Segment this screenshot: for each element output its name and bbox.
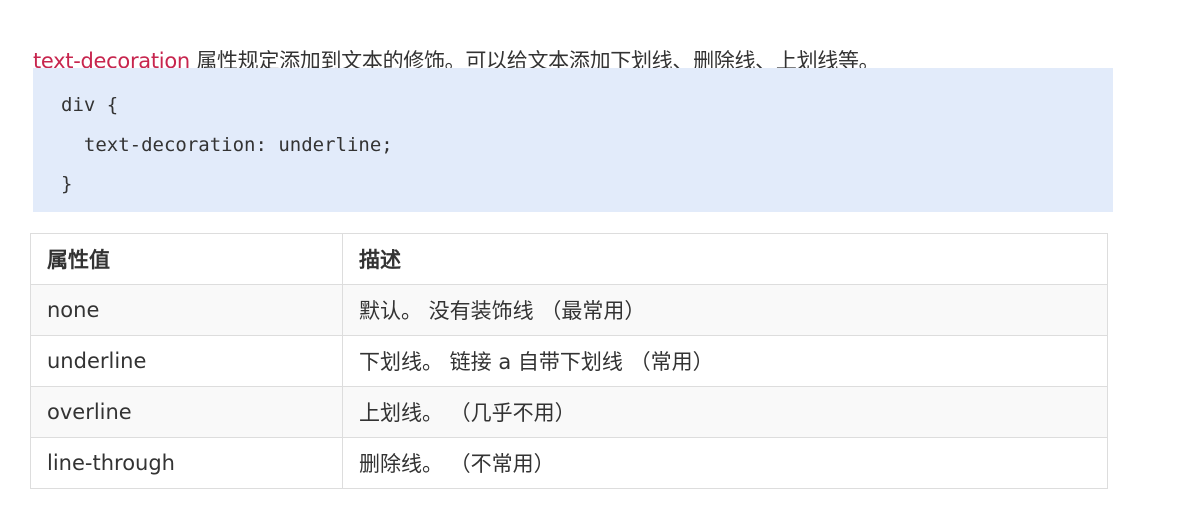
code-block: div { text-decoration: underline; } [33, 68, 1113, 212]
table-row: line-through 删除线。 （不常用） [30, 437, 1108, 489]
code-line: text-decoration: underline; [61, 133, 393, 156]
header-description: 描述 [342, 233, 1108, 285]
cell-value: line-through [30, 437, 343, 489]
cell-description: 默认。 没有装饰线 （最常用） [342, 284, 1108, 336]
cell-value: none [30, 284, 343, 336]
cell-value: underline [30, 335, 343, 387]
table-row: none 默认。 没有装饰线 （最常用） [30, 284, 1108, 336]
table-header-row: 属性值 描述 [30, 233, 1108, 285]
table-row: overline 上划线。 （几乎不用） [30, 386, 1108, 438]
code-line: div { [61, 94, 119, 116]
cell-description: 下划线。 链接 a 自带下划线 （常用） [342, 335, 1108, 387]
cell-description: 删除线。 （不常用） [342, 437, 1108, 489]
property-values-table: 属性值 描述 none 默认。 没有装饰线 （最常用） underline 下划… [30, 233, 1108, 489]
table-row: underline 下划线。 链接 a 自带下划线 （常用） [30, 335, 1108, 387]
cell-description: 上划线。 （几乎不用） [342, 386, 1108, 438]
header-property-value: 属性值 [30, 233, 343, 285]
code-line: } [61, 173, 73, 195]
cell-value: overline [30, 386, 343, 438]
